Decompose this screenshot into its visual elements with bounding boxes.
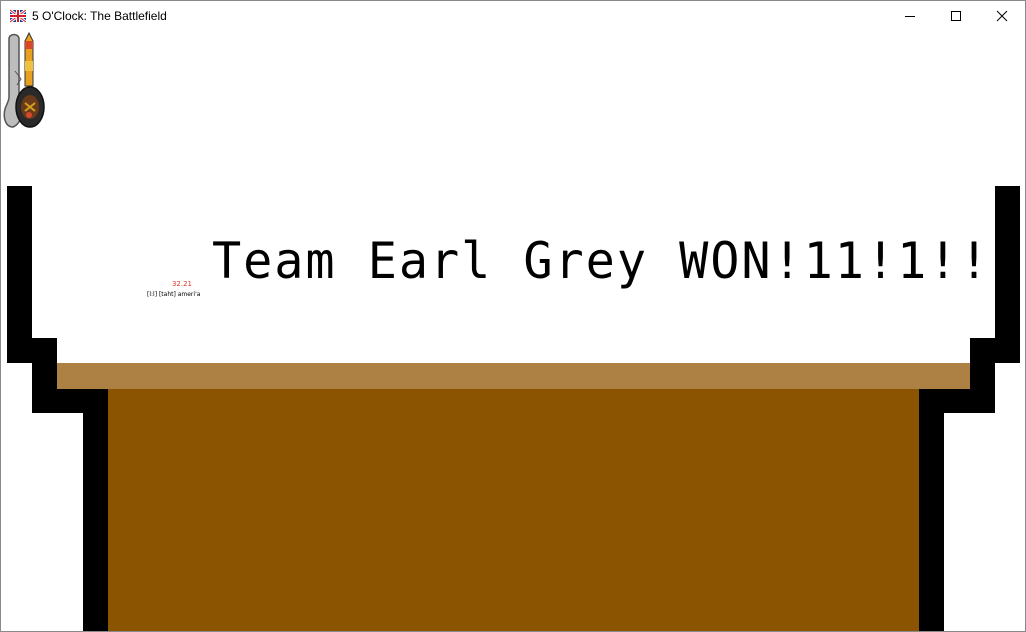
minimize-icon <box>905 16 915 17</box>
close-button[interactable] <box>979 1 1025 31</box>
game-viewport[interactable]: Team Earl Grey WON!11!1!!1! 32.21 [l:l] … <box>1 31 1025 631</box>
game-window: 5 O'Clock: The Battlefield Team Earl Gre… <box>0 0 1026 632</box>
minimize-button[interactable] <box>887 1 933 31</box>
title-bar[interactable]: 5 O'Clock: The Battlefield <box>1 1 1025 31</box>
window-title: 5 O'Clock: The Battlefield <box>32 9 167 23</box>
close-icon <box>996 10 1008 22</box>
player-health: 32.21 <box>171 280 193 288</box>
victory-banner: Team Earl Grey WON!11!1!!1! <box>212 232 1026 290</box>
player-name-tag: [l:l] [taht] ameri'a <box>147 291 201 298</box>
shield-gem <box>26 112 32 118</box>
floor-body <box>108 389 919 631</box>
union-jack-flag-icon <box>9 8 27 24</box>
rocket-band <box>25 61 33 71</box>
left-wall <box>7 186 108 631</box>
rocket-tip <box>25 41 33 49</box>
arena <box>7 186 1020 631</box>
player-character[interactable] <box>1 31 49 131</box>
maximize-button[interactable] <box>933 1 979 31</box>
rocket-icon <box>24 31 34 87</box>
floor-top <box>57 363 970 389</box>
maximize-icon <box>951 11 961 21</box>
